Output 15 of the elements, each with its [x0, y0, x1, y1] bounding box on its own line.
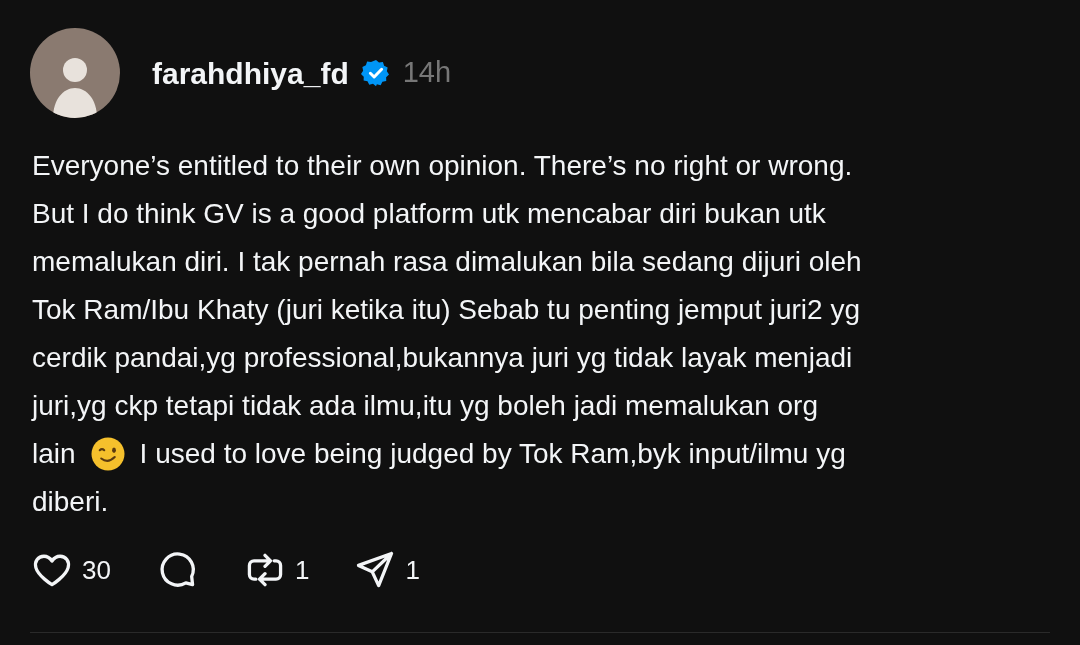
post-text-line: Everyone’s entitled to their own opinion. There’s no right or wrong. — [32, 149, 853, 183]
post-text-line: lain — [32, 437, 76, 471]
share-button[interactable]: 1 — [353, 548, 420, 592]
post-text-line: memalukan diri. I tak pernah rasa dimalukan bila sedang dijuri oleh — [32, 245, 862, 279]
post-text-line: I used to love being judged by Tok Ram,byk input/ilmu yg — [139, 437, 846, 471]
winking-face-icon — [89, 436, 126, 472]
like-button[interactable]: 30 — [30, 548, 111, 592]
post-text-line: diberi. — [32, 485, 109, 519]
username[interactable]: farahdhiya_fd — [152, 50, 349, 96]
repost-button[interactable]: 1 — [242, 548, 310, 592]
post-time: 14h — [402, 55, 452, 91]
post-text-line: Tok Ram/Ibu Khaty (juri ketika itu) Sebab tu penting jemput juri2 yg — [32, 293, 860, 327]
post-text-line: juri,yg ckp tetapi tidak ada ilmu,itu yg boleh jadi memalukan org — [32, 389, 818, 423]
post-text-line: cerdik pandai,yg professional,bukannya juri yg tidak layak menjadi — [32, 341, 853, 375]
post-text-line: But I do think GV is a good platform utk mencabar diri bukan utk — [32, 197, 826, 231]
